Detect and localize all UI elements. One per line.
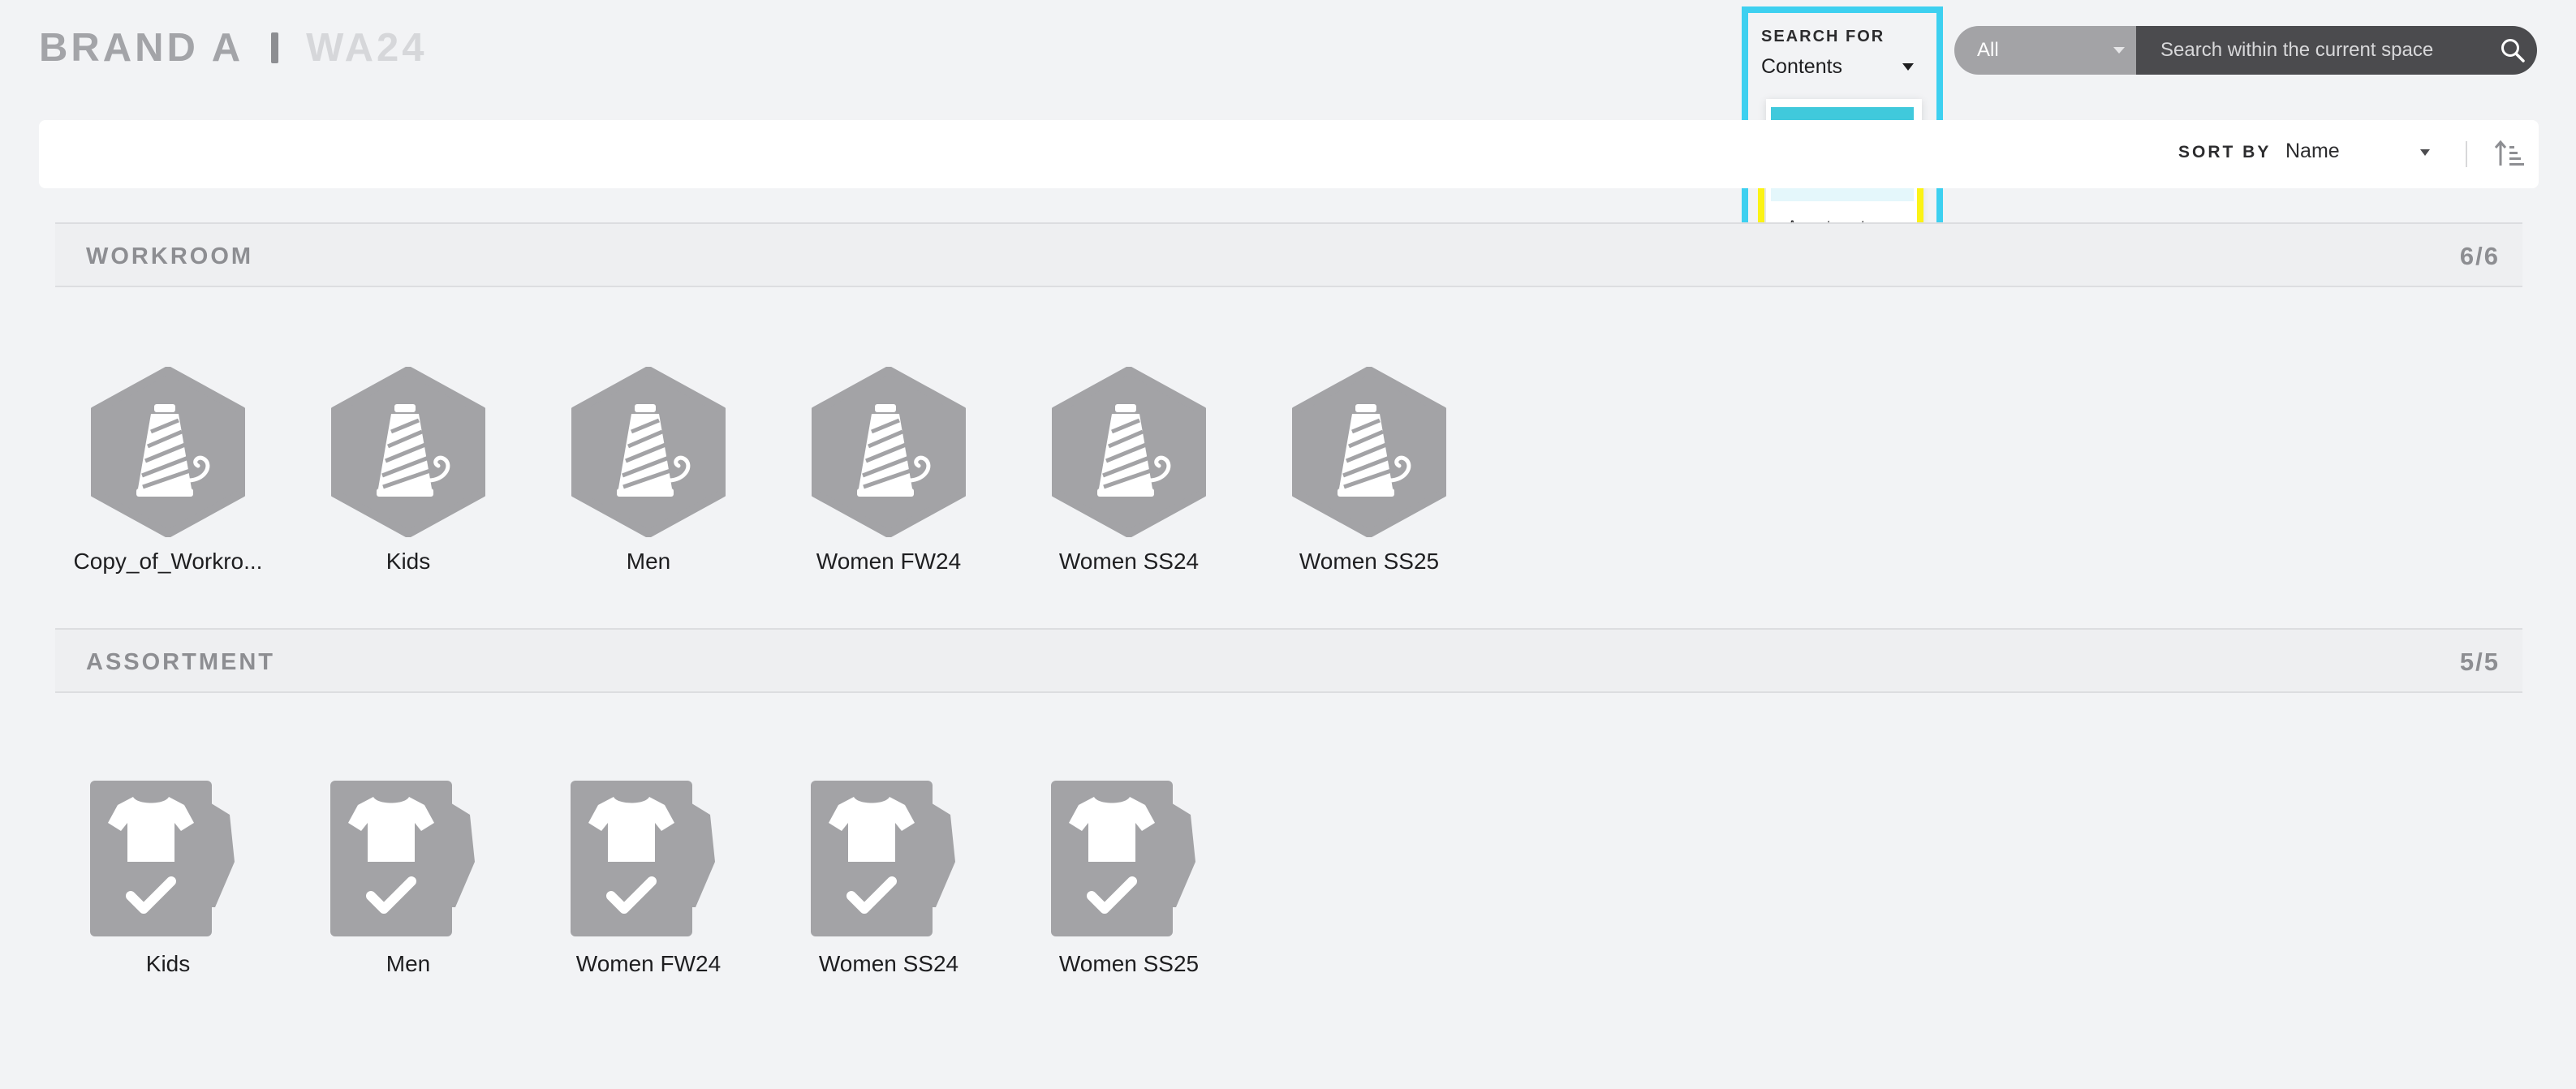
tile-label: Women SS24: [1058, 549, 1200, 574]
section-count: 6/6: [2459, 242, 2500, 270]
spool-hexagon-icon: [1052, 367, 1206, 537]
chevron-down-icon[interactable]: [1902, 63, 1914, 71]
search-for-value[interactable]: Contents: [1761, 55, 1842, 79]
section-title: WORKROOM: [86, 243, 254, 269]
tile-label: Men: [386, 951, 431, 976]
spool-hexagon-icon: [331, 367, 485, 537]
assortment-tile[interactable]: Men: [307, 777, 510, 977]
section-count: 5/5: [2459, 648, 2500, 676]
assortment-tile[interactable]: Kids: [67, 777, 269, 977]
tile-label: Men: [626, 549, 671, 574]
page: BRAND A WA24 All SEARCH FOR Contents Con…: [0, 0, 2576, 1089]
tile-label: Women SS24: [818, 951, 959, 976]
chevron-down-icon: [2113, 47, 2125, 54]
search-for-label: SEARCH FOR: [1761, 28, 1885, 45]
assortment-tile[interactable]: Women SS25: [1027, 777, 1230, 977]
tshirt-card-icon: [808, 777, 970, 940]
assortment-tile[interactable]: Women SS24: [787, 777, 990, 977]
tshirt-card-icon: [1048, 777, 1210, 940]
tile-label: Women FW24: [816, 549, 962, 574]
tile-label: Kids: [386, 549, 431, 574]
tile-label: Copy_of_Workro...: [73, 549, 263, 574]
scope-select-value: All: [1977, 39, 1999, 61]
sort-bar: SORT BY Name: [39, 120, 2539, 188]
search-icon[interactable]: [2500, 37, 2526, 63]
workroom-tile[interactable]: Women FW24: [787, 367, 990, 575]
brand-name[interactable]: BRAND A: [39, 25, 243, 71]
section-header-assortment[interactable]: ASSORTMENT 5/5: [55, 628, 2522, 693]
divider: [2466, 141, 2467, 167]
workroom-tile[interactable]: Women SS25: [1268, 367, 1471, 575]
chevron-down-icon[interactable]: [2420, 149, 2430, 156]
tshirt-card-icon: [327, 777, 489, 940]
sort-label: SORT BY: [2178, 143, 2272, 161]
breadcrumb: BRAND A WA24: [39, 24, 428, 71]
tshirt-card-icon: [567, 777, 730, 940]
tshirt-card-icon: [87, 777, 249, 940]
tile-label: Women SS25: [1299, 549, 1440, 574]
search-input[interactable]: [2160, 39, 2485, 62]
workroom-tile[interactable]: Kids: [307, 367, 510, 575]
spool-hexagon-icon: [571, 367, 726, 537]
search-box: [2136, 26, 2537, 75]
sort-select[interactable]: Name: [2285, 140, 2340, 163]
tile-label: Women SS25: [1058, 951, 1200, 976]
season-name: WA24: [306, 26, 428, 70]
scope-select[interactable]: All: [1954, 26, 2136, 75]
sort-ascending-icon[interactable]: [2493, 138, 2526, 170]
section-header-workroom[interactable]: WORKROOM 6/6: [55, 222, 2522, 287]
workroom-tile[interactable]: Men: [547, 367, 750, 575]
assortment-tile[interactable]: Women FW24: [547, 777, 750, 977]
spool-hexagon-icon: [91, 367, 245, 537]
section-title: ASSORTMENT: [86, 649, 275, 675]
spool-hexagon-icon: [812, 367, 966, 537]
workroom-tile[interactable]: Copy_of_Workro...: [67, 367, 269, 575]
workroom-tile[interactable]: Women SS24: [1027, 367, 1230, 575]
tile-label: Kids: [145, 951, 191, 976]
breadcrumb-separator: [271, 32, 279, 63]
spool-hexagon-icon: [1292, 367, 1446, 537]
tile-label: Women FW24: [575, 951, 722, 976]
